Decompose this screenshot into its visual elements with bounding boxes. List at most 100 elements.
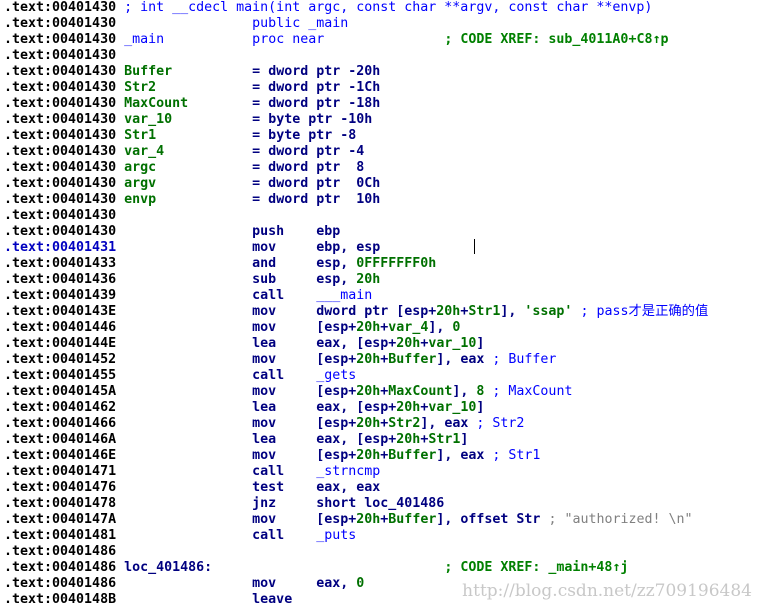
variable-token[interactable]: Buffer (388, 512, 436, 527)
address[interactable]: .text:00401430 (4, 0, 116, 15)
variable-token[interactable]: Str1 (116, 128, 156, 143)
instruction-token[interactable]: ] (460, 432, 468, 447)
listing-line[interactable]: .text:00401430 (4, 48, 708, 64)
listing-line[interactable]: .text:00401462 lea eax, [esp+20h+var_10] (4, 400, 708, 416)
listing-line[interactable]: .text:00401476 test eax, eax (4, 480, 708, 496)
instruction-token[interactable]: loc_401486: (116, 560, 212, 575)
listing-line[interactable]: .text:00401430 Buffer = dword ptr -20h (4, 64, 708, 80)
address[interactable]: .text:00401430 (4, 128, 116, 143)
label-token[interactable]: proc near (164, 32, 324, 47)
address[interactable]: .text:00401433 (4, 256, 116, 271)
listing-line[interactable]: .text:00401430 envp = dword ptr 10h (4, 192, 708, 208)
listing-line[interactable]: .text:0040146A lea eax, [esp+20h+Str1] (4, 432, 708, 448)
instruction-token[interactable]: ], offset (436, 512, 516, 527)
label-token[interactable]: _main (116, 32, 164, 47)
address[interactable]: .text:0040144E (4, 336, 116, 351)
address[interactable]: .text:00401481 (4, 528, 116, 543)
listing-line[interactable]: .text:00401436 sub esp, 20h (4, 272, 708, 288)
listing-line[interactable]: .text:00401430 argv = dword ptr 0Ch (4, 176, 708, 192)
number-token[interactable]: 20h (356, 272, 380, 287)
address[interactable]: .text:00401430 (4, 160, 116, 175)
variable-token[interactable]: Str2 (116, 80, 156, 95)
variable-token[interactable]: var_10 (428, 336, 476, 351)
instruction-token[interactable]: ] (476, 336, 484, 351)
address[interactable]: .text:00401430 (4, 32, 116, 47)
address[interactable]: .text:00401476 (4, 480, 116, 495)
listing-line[interactable]: .text:00401430 Str1 = byte ptr -8 (4, 128, 708, 144)
listing-line[interactable]: .text:00401478 jnz short loc_401486 (4, 496, 708, 512)
instruction-token[interactable]: call (116, 528, 316, 543)
instruction-token[interactable]: = dword ptr -20h (172, 64, 380, 79)
listing-line[interactable]: .text:00401430 _main proc near ; CODE XR… (4, 32, 708, 48)
instruction-token[interactable]: call (116, 464, 316, 479)
address[interactable]: .text:00401436 (4, 272, 116, 287)
variable-token[interactable]: var_10 (116, 112, 172, 127)
instruction-token[interactable]: lea eax, [esp+ (116, 432, 396, 447)
number-token[interactable]: 20h (356, 448, 380, 463)
label-token[interactable]: ; MaxCount (484, 384, 572, 399)
address[interactable]: .text:00401430 (4, 112, 116, 127)
address[interactable]: .text:0040145A (4, 384, 116, 399)
number-token[interactable]: 20h (396, 432, 420, 447)
address[interactable]: .text:0040146E (4, 448, 116, 463)
variable-token[interactable]: argv (116, 176, 156, 191)
instruction-token[interactable]: = dword ptr -18h (188, 96, 380, 111)
address[interactable]: .text:00401462 (4, 400, 116, 415)
address[interactable]: .text:00401431 (4, 240, 116, 255)
comment[interactable]: ; CODE XREF: sub_4011A0+C8↑p (324, 32, 668, 47)
label-token[interactable]: ; Str1 (484, 448, 540, 463)
listing-line[interactable]: .text:0040144E lea eax, [esp+20h+var_10] (4, 336, 708, 352)
label-token[interactable]: _gets (316, 368, 356, 383)
listing-line[interactable]: .text:00401430 argc = dword ptr 8 (4, 160, 708, 176)
instruction-token[interactable]: push ebp (116, 224, 340, 239)
listing-line[interactable]: .text:0040147A mov [esp+20h+Buffer], off… (4, 512, 708, 528)
number-token[interactable]: 20h (436, 304, 460, 319)
number-token[interactable]: 20h (356, 320, 380, 335)
number-token[interactable]: 20h (356, 416, 380, 431)
label-token[interactable]: ; Str2 (468, 416, 524, 431)
instruction-token[interactable]: = dword ptr -1Ch (156, 80, 380, 95)
instruction-token[interactable]: ], eax (436, 352, 484, 367)
label-token[interactable]: public _main (116, 16, 348, 31)
listing-line[interactable]: .text:00401431 mov ebp, esp (4, 240, 708, 256)
instruction-token[interactable]: mov ebp, esp (116, 240, 380, 255)
address[interactable]: .text:00401430 (4, 64, 116, 79)
number-token[interactable]: 20h (356, 384, 380, 399)
instruction-token[interactable]: loc_401486 (364, 496, 444, 511)
listing-line[interactable]: .text:0040145A mov [esp+20h+MaxCount], 8… (4, 384, 708, 400)
listing-line[interactable]: .text:00401430 var_4 = dword ptr -4 (4, 144, 708, 160)
address[interactable]: .text:00401486 (4, 576, 116, 591)
instruction-token[interactable]: ], (428, 320, 452, 335)
number-token[interactable]: 20h (356, 512, 380, 527)
address[interactable]: .text:00401471 (4, 464, 116, 479)
instruction-token[interactable]: = dword ptr 10h (156, 192, 380, 207)
address[interactable]: .text:0040146A (4, 432, 116, 447)
instruction-token[interactable]: call (116, 368, 316, 383)
listing-line[interactable]: .text:00401439 call ___main (4, 288, 708, 304)
instruction-token[interactable]: leave (116, 592, 292, 607)
label-token[interactable]: ; int __cdecl main(int argc, const char … (116, 0, 652, 15)
label-token[interactable]: _puts (316, 528, 356, 543)
instruction-token[interactable]: Str (516, 512, 540, 527)
address[interactable]: .text:00401455 (4, 368, 116, 383)
listing-line[interactable]: .text:00401455 call _gets (4, 368, 708, 384)
address[interactable]: .text:00401430 (4, 16, 116, 31)
listing-line[interactable]: .text:00401430 Str2 = dword ptr -1Ch (4, 80, 708, 96)
instruction-token[interactable]: and esp, (116, 256, 356, 271)
address[interactable]: .text:00401430 (4, 96, 116, 111)
listing-line[interactable]: .text:0040143E mov dword ptr [esp+20h+St… (4, 304, 708, 320)
label-token[interactable]: ___main (316, 288, 372, 303)
instruction-token[interactable]: jnz short (116, 496, 364, 511)
address[interactable]: .text:0040143E (4, 304, 116, 319)
listing-line[interactable]: .text:00401486 (4, 544, 708, 560)
instruction-token[interactable]: mov dword ptr [esp+ (116, 304, 436, 319)
address[interactable]: .text:00401446 (4, 320, 116, 335)
variable-token[interactable]: MaxCount (116, 96, 188, 111)
address[interactable]: .text:00401430 (4, 224, 116, 239)
variable-token[interactable]: var_4 (388, 320, 428, 335)
listing-line[interactable]: .text:00401466 mov [esp+20h+Str2], eax ;… (4, 416, 708, 432)
address[interactable]: .text:00401439 (4, 288, 116, 303)
instruction-token[interactable]: lea eax, [esp+ (116, 336, 396, 351)
instruction-token[interactable]: ], eax (420, 416, 468, 431)
address[interactable]: .text:00401486 (4, 544, 116, 559)
